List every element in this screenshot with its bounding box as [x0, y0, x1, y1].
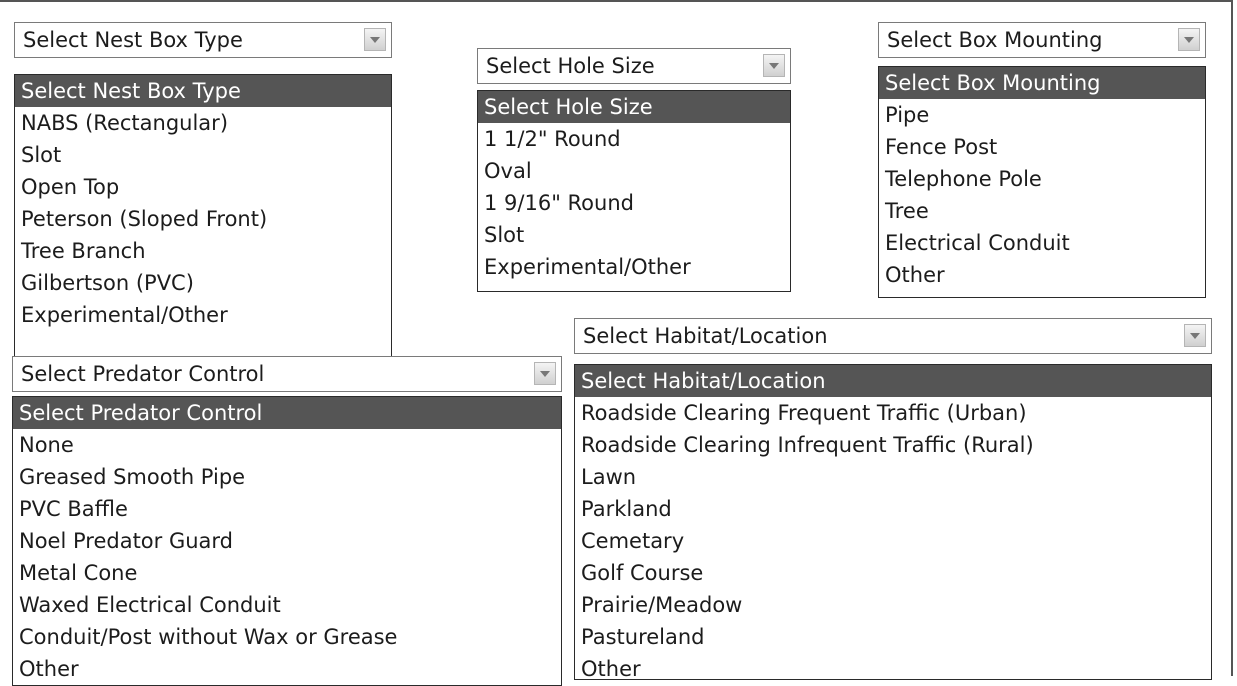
option-oval[interactable]: Oval — [478, 155, 790, 187]
option-select-hole-size[interactable]: Select Hole Size — [478, 91, 790, 123]
predator-control-select[interactable]: Select Predator Control — [12, 356, 562, 392]
option-select-predator-control[interactable]: Select Predator Control — [13, 397, 561, 429]
option-roadside-frequent[interactable]: Roadside Clearing Frequent Traffic (Urba… — [575, 397, 1211, 429]
option-cemetary[interactable]: Cemetary — [575, 525, 1211, 557]
option-1-9-16-round[interactable]: 1 9/16" Round — [478, 187, 790, 219]
nest-box-type-value: Select Nest Box Type — [23, 28, 243, 52]
predator-control-options: Select Predator Control None Greased Smo… — [12, 396, 562, 686]
option-experimental-other[interactable]: Experimental/Other — [478, 251, 790, 283]
hole-size-select[interactable]: Select Hole Size — [477, 48, 791, 84]
box-mounting-value: Select Box Mounting — [887, 28, 1103, 52]
chevron-down-icon[interactable] — [1178, 28, 1200, 51]
option-other[interactable]: Other — [575, 653, 1211, 679]
option-waxed-electrical-conduit[interactable]: Waxed Electrical Conduit — [13, 589, 561, 621]
option-conduit-post-without-wax[interactable]: Conduit/Post without Wax or Grease — [13, 621, 561, 653]
chevron-down-icon[interactable] — [1184, 324, 1206, 347]
chevron-down-icon[interactable] — [534, 362, 556, 385]
nest-box-type-options: Select Nest Box Type NABS (Rectangular) … — [14, 74, 392, 364]
option-golf-course[interactable]: Golf Course — [575, 557, 1211, 589]
habitat-location-select[interactable]: Select Habitat/Location — [574, 318, 1212, 354]
box-mounting-options: Select Box Mounting Pipe Fence Post Tele… — [878, 66, 1206, 298]
hole-size-value: Select Hole Size — [486, 54, 655, 78]
nest-box-type-select[interactable]: Select Nest Box Type — [14, 22, 392, 58]
chevron-down-icon[interactable] — [364, 28, 386, 51]
option-other[interactable]: Other — [879, 259, 1205, 291]
option-select-nest-box-type[interactable]: Select Nest Box Type — [15, 75, 391, 107]
option-noel-predator-guard[interactable]: Noel Predator Guard — [13, 525, 561, 557]
option-telephone-pole[interactable]: Telephone Pole — [879, 163, 1205, 195]
option-pastureland[interactable]: Pastureland — [575, 621, 1211, 653]
habitat-location-value: Select Habitat/Location — [583, 324, 828, 348]
option-slot[interactable]: Slot — [478, 219, 790, 251]
option-1-1-2-round[interactable]: 1 1/2" Round — [478, 123, 790, 155]
option-none[interactable]: None — [13, 429, 561, 461]
option-tree-branch[interactable]: Tree Branch — [15, 235, 391, 267]
option-experimental-other[interactable]: Experimental/Other — [15, 299, 391, 331]
option-metal-cone[interactable]: Metal Cone — [13, 557, 561, 589]
option-select-box-mounting[interactable]: Select Box Mounting — [879, 67, 1205, 99]
option-slot[interactable]: Slot — [15, 139, 391, 171]
box-mounting-select[interactable]: Select Box Mounting — [878, 22, 1206, 58]
option-pipe[interactable]: Pipe — [879, 99, 1205, 131]
habitat-location-options: Select Habitat/Location Roadside Clearin… — [574, 364, 1212, 680]
chevron-down-icon[interactable] — [763, 54, 785, 77]
option-lawn[interactable]: Lawn — [575, 461, 1211, 493]
option-gilbertson[interactable]: Gilbertson (PVC) — [15, 267, 391, 299]
option-peterson[interactable]: Peterson (Sloped Front) — [15, 203, 391, 235]
option-select-habitat-location[interactable]: Select Habitat/Location — [575, 365, 1211, 397]
option-open-top[interactable]: Open Top — [15, 171, 391, 203]
option-nabs-rectangular[interactable]: NABS (Rectangular) — [15, 107, 391, 139]
option-electrical-conduit[interactable]: Electrical Conduit — [879, 227, 1205, 259]
option-fence-post[interactable]: Fence Post — [879, 131, 1205, 163]
option-greased-smooth-pipe[interactable]: Greased Smooth Pipe — [13, 461, 561, 493]
option-pvc-baffle[interactable]: PVC Baffle — [13, 493, 561, 525]
option-other[interactable]: Other — [13, 653, 561, 685]
hole-size-options: Select Hole Size 1 1/2" Round Oval 1 9/1… — [477, 90, 791, 292]
predator-control-value: Select Predator Control — [21, 362, 265, 386]
option-parkland[interactable]: Parkland — [575, 493, 1211, 525]
option-roadside-infrequent[interactable]: Roadside Clearing Infrequent Traffic (Ru… — [575, 429, 1211, 461]
option-tree[interactable]: Tree — [879, 195, 1205, 227]
option-prairie-meadow[interactable]: Prairie/Meadow — [575, 589, 1211, 621]
